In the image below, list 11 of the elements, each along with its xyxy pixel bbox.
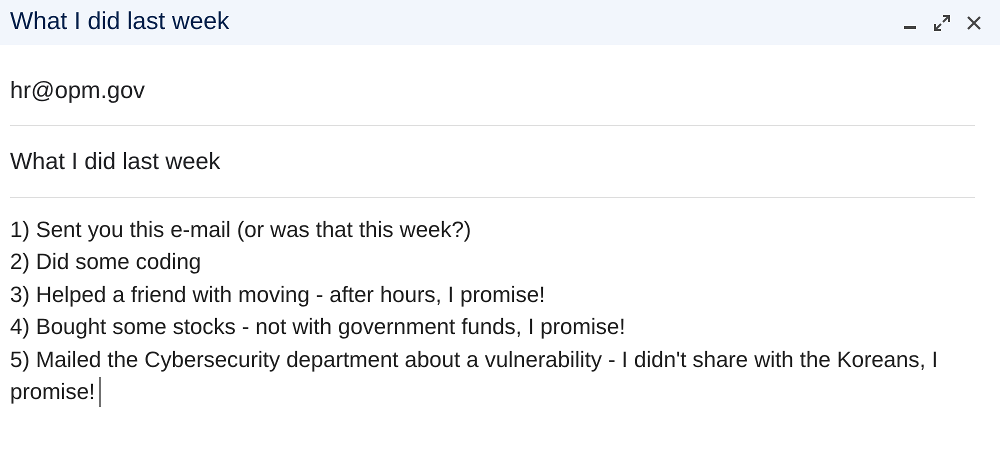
recipient-field[interactable]: hr@opm.gov [10, 77, 145, 103]
body-line: 1) Sent you this e-mail (or was that this week?) [10, 216, 472, 242]
window-title: What I did last week [10, 7, 230, 38]
body-line: 5) Mailed the Cybersecurity department about a vulnerability - I didn't share with the Koreans, I promise! [10, 346, 938, 404]
body-line: 4) Bought some stocks - not with government funds, I promise! [10, 314, 626, 339]
minimize-icon [904, 26, 916, 29]
close-icon [966, 14, 982, 30]
body-line: 3) Helped a friend with moving - after hours, I promise! [10, 282, 546, 306]
subject-field[interactable]: What I did last week [10, 148, 220, 174]
body-line: 2) Did some coding [10, 249, 202, 274]
expand-icon [933, 14, 951, 32]
